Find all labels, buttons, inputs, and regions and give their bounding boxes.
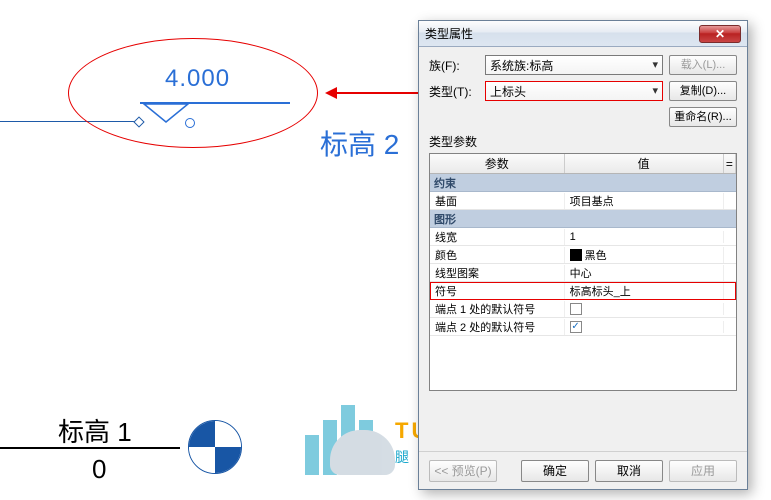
table-row[interactable]: 端点 1 处的默认符号 (430, 300, 736, 318)
table-row[interactable]: 颜色 黑色 (430, 246, 736, 264)
col-eq-header: = (724, 154, 736, 173)
table-row-symbol[interactable]: 符号 标高标头_上 (430, 282, 736, 300)
type-label: 类型(T): (429, 83, 479, 100)
checkbox-end1[interactable] (570, 303, 582, 315)
table-row[interactable]: 端点 2 处的默认符号 ✓ (430, 318, 736, 336)
annotation-arrow-icon (333, 92, 423, 94)
cancel-button[interactable]: 取消 (595, 460, 663, 482)
group-constraint[interactable]: 约束 (430, 174, 736, 192)
col-param-header: 参数 (430, 154, 565, 173)
preview-button[interactable]: << 预览(P) (429, 460, 497, 482)
dialog-title: 类型属性 (425, 25, 473, 42)
table-row[interactable]: 线型图案 中心 (430, 264, 736, 282)
level-1-line (0, 447, 180, 449)
table-header: 参数 值 = (430, 154, 736, 174)
family-label: 族(F): (429, 57, 479, 74)
rename-button[interactable]: 重命名(R)... (669, 107, 737, 127)
dialog-footer: << 预览(P) 确定 取消 应用 (419, 451, 747, 489)
color-swatch-icon (570, 249, 582, 261)
table-row[interactable]: 线宽 1 (430, 228, 736, 246)
close-icon: ✕ (715, 27, 725, 41)
level-1-name: 标高 1 (58, 412, 132, 449)
parameter-table[interactable]: 参数 值 = 约束 基面 项目基点 图形 线宽 1 颜色 黑色 (429, 153, 737, 391)
type-params-label: 类型参数 (429, 133, 737, 150)
watermark-logo-icon (295, 395, 385, 475)
dialog-titlebar[interactable]: 类型属性 ✕ (419, 21, 747, 47)
table-row[interactable]: 基面 项目基点 (430, 192, 736, 210)
group-graphics[interactable]: 图形 (430, 210, 736, 228)
close-button[interactable]: ✕ (699, 25, 741, 43)
apply-button[interactable]: 应用 (669, 460, 737, 482)
family-combo[interactable]: 系统族:标高 (485, 55, 663, 75)
level-2-label: 标高 2 (320, 123, 399, 163)
load-button[interactable]: 载入(L)... (669, 55, 737, 75)
col-value-header: 值 (565, 154, 724, 173)
ok-button[interactable]: 确定 (521, 460, 589, 482)
type-properties-dialog: 类型属性 ✕ 族(F): 系统族:标高 载入(L)... 类型(T): 上标头 … (418, 20, 748, 490)
level-head-icon (188, 420, 242, 474)
copy-button[interactable]: 复制(D)... (669, 81, 737, 101)
checkbox-end2[interactable]: ✓ (570, 321, 582, 333)
level-1-value: 0 (92, 454, 106, 485)
annotation-ellipse (68, 38, 318, 148)
type-combo[interactable]: 上标头 (485, 81, 663, 101)
